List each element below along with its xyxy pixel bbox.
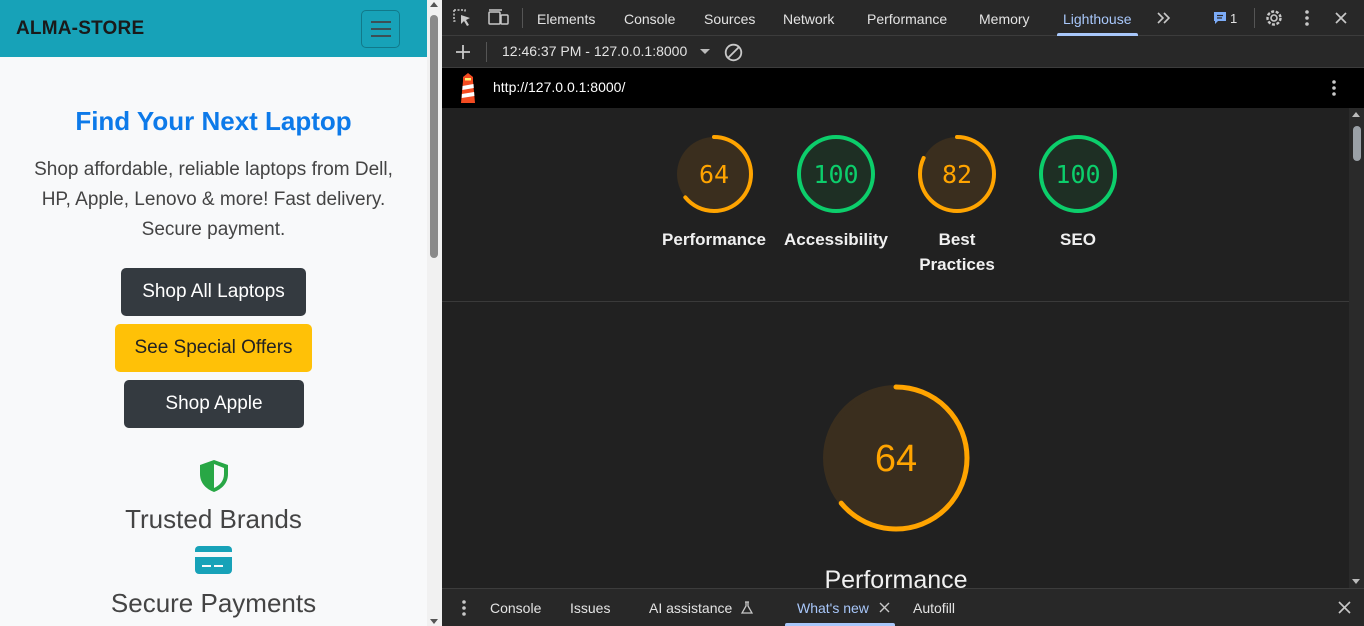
- tab-memory[interactable]: Memory: [979, 0, 1030, 36]
- hero-description: Shop affordable, reliable laptops from D…: [34, 159, 393, 240]
- drawer-tab-console[interactable]: Console: [490, 589, 541, 626]
- close-tab-icon[interactable]: [879, 602, 890, 613]
- shop-all-laptops-button[interactable]: Shop All Laptops: [121, 268, 306, 316]
- hamburger-icon: [370, 20, 391, 23]
- seo-gauge[interactable]: 100: [1038, 134, 1118, 214]
- tab-network[interactable]: Network: [783, 0, 834, 36]
- new-report-plus-icon[interactable]: [455, 44, 471, 60]
- accessibility-gauge[interactable]: 100: [796, 134, 876, 214]
- website-viewport: ALMA-STORE Find Your Next Laptop Shop af…: [0, 0, 427, 626]
- report-selector[interactable]: 12:46:37 PM - 127.0.0.1:8000: [502, 43, 687, 59]
- issues-count[interactable]: 1: [1230, 0, 1237, 36]
- seo-score: 100: [1055, 160, 1100, 189]
- brand-logo[interactable]: ALMA-STORE: [16, 18, 144, 40]
- report-scrollbar[interactable]: [1349, 108, 1364, 588]
- devtools-panel: Elements Console Sources Network Perform…: [442, 0, 1364, 626]
- drawer-tab-issues[interactable]: Issues: [570, 589, 610, 626]
- tab-sources[interactable]: Sources: [704, 0, 755, 36]
- accessibility-score: 100: [813, 160, 858, 189]
- close-drawer-icon[interactable]: [1338, 601, 1351, 614]
- devtools-drawer: Console Issues AI assistance What's new …: [442, 588, 1364, 626]
- site-navbar: ALMA-STORE: [0, 0, 427, 57]
- performance-gauge[interactable]: 64: [674, 134, 754, 214]
- shop-apple-button[interactable]: Shop Apple: [124, 380, 304, 428]
- hero-title: Find Your Next Laptop: [75, 106, 352, 136]
- devtools-tab-bar: Elements Console Sources Network Perform…: [442, 0, 1364, 36]
- tab-console[interactable]: Console: [624, 0, 675, 36]
- flask-icon: [741, 601, 753, 614]
- accessibility-label: Accessibility: [784, 230, 888, 249]
- close-devtools-icon[interactable]: [1334, 11, 1348, 25]
- shield-icon: [200, 460, 228, 492]
- feature-trusted-brands: Trusted Brands: [125, 504, 302, 534]
- more-tabs-chevron-icon[interactable]: [1156, 11, 1172, 25]
- report-dropdown-caret-icon[interactable]: [700, 49, 710, 54]
- drawer-menu-icon[interactable]: [461, 599, 467, 617]
- drawer-tab-whats-new[interactable]: What's new: [785, 589, 895, 626]
- best-practices-gauge[interactable]: 82: [917, 134, 997, 214]
- issues-icon[interactable]: [1213, 11, 1227, 25]
- clear-block-icon[interactable]: [724, 43, 743, 62]
- best-practices-score: 82: [942, 160, 972, 189]
- report-menu-icon[interactable]: [1331, 79, 1337, 97]
- report-scrollbar-thumb[interactable]: [1353, 126, 1361, 161]
- performance-label: Performance: [662, 230, 766, 249]
- lighthouse-report: 64 Performance 100 Accessibility 82 Best Prac…: [442, 108, 1364, 588]
- big-gauge-score: 64: [875, 438, 917, 480]
- feature-secure-payments: Secure Payments: [110, 588, 317, 618]
- best-practices-label: Best Practices: [919, 230, 995, 274]
- performance-section-title: Performance: [824, 566, 968, 588]
- performance-big-gauge[interactable]: 64: [820, 382, 972, 534]
- navbar-toggler-button[interactable]: [361, 9, 400, 48]
- performance-score: 64: [699, 160, 729, 189]
- seo-label: SEO: [1060, 230, 1096, 249]
- special-offers-button[interactable]: See Special Offers: [115, 324, 312, 372]
- scrollbar-thumb[interactable]: [430, 15, 438, 258]
- drawer-tab-autofill[interactable]: Autofill: [913, 589, 955, 626]
- more-options-icon[interactable]: [1304, 9, 1310, 27]
- website-scrollbar[interactable]: [427, 0, 442, 626]
- device-toolbar-icon[interactable]: [488, 9, 510, 27]
- settings-gear-icon[interactable]: [1264, 8, 1284, 28]
- inspect-element-icon[interactable]: [453, 9, 473, 27]
- tab-lighthouse[interactable]: Lighthouse: [1057, 0, 1137, 36]
- lighthouse-url-bar: http://127.0.0.1:8000/: [442, 68, 1364, 108]
- lighthouse-toolbar: 12:46:37 PM - 127.0.0.1:8000: [442, 36, 1364, 68]
- lighthouse-logo-icon: [461, 73, 475, 103]
- tab-performance[interactable]: Performance: [867, 0, 947, 36]
- scroll-up-arrow-icon[interactable]: [1352, 112, 1360, 117]
- drawer-tab-ai-assistance[interactable]: AI assistance: [649, 589, 732, 626]
- audited-url[interactable]: http://127.0.0.1:8000/: [493, 79, 625, 95]
- tab-elements[interactable]: Elements: [537, 0, 595, 36]
- scroll-down-arrow-icon[interactable]: [1352, 579, 1360, 584]
- scroll-up-arrow-icon[interactable]: [430, 2, 438, 7]
- section-divider: [442, 301, 1354, 302]
- credit-card-icon: [195, 546, 232, 574]
- scroll-down-arrow-icon[interactable]: [430, 619, 438, 624]
